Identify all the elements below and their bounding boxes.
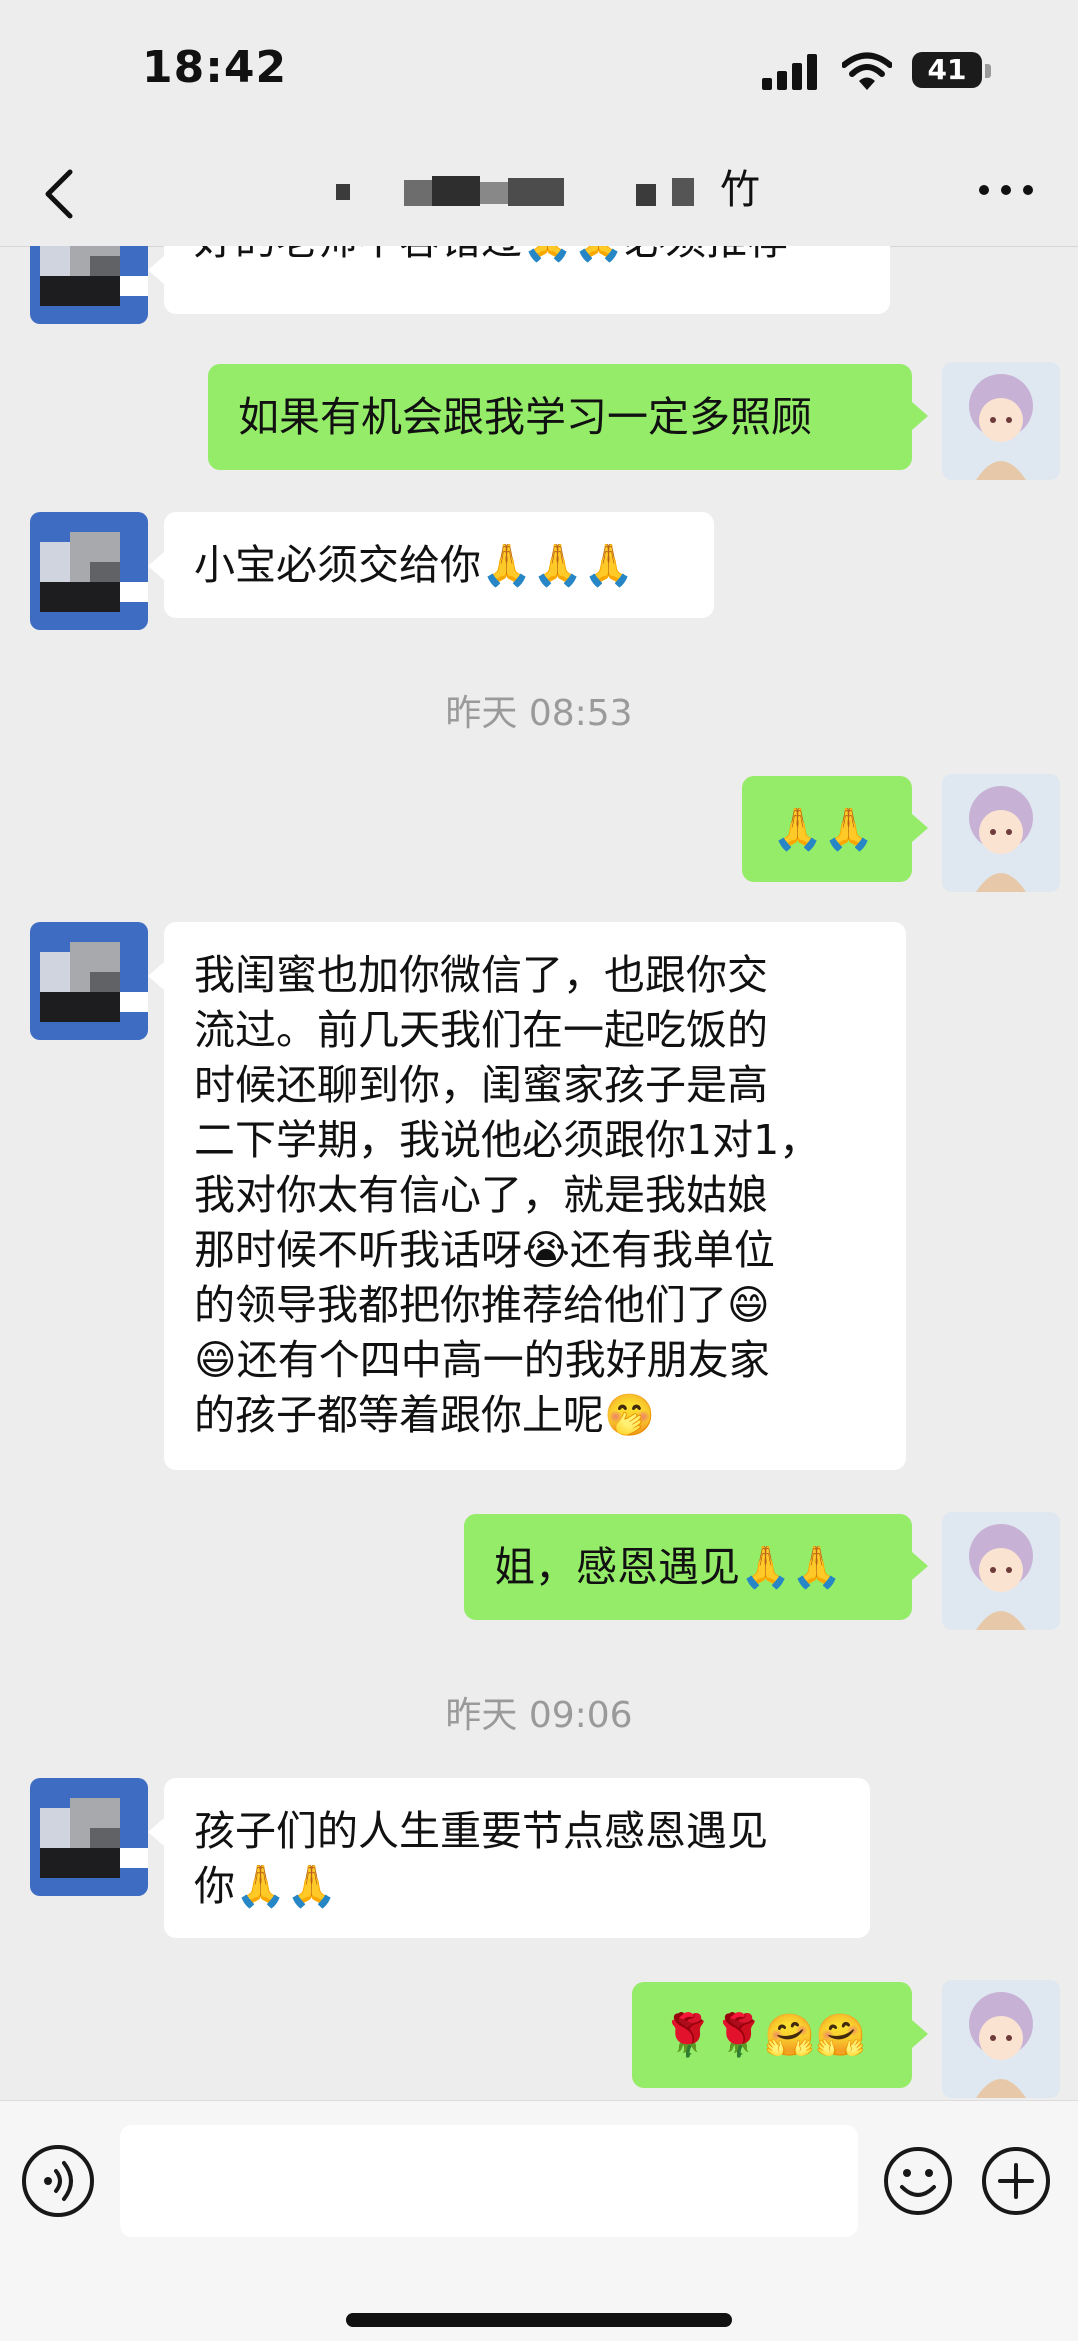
message-bubble-outgoing[interactable]: 🙏🙏 [742,776,912,882]
bubble-tail [148,1818,164,1846]
message-bubble-outgoing[interactable]: 如果有机会跟我学习一定多照顾 [208,364,912,470]
more-dots-icon[interactable] [978,180,1034,200]
contact-avatar[interactable] [30,922,148,1040]
timestamp-divider: 昨天 09:06 [445,1695,633,1736]
bubble-tail [912,402,928,430]
status-time: 18:42 [142,42,288,93]
message-emoji: 🙏🙏🙏 [481,541,635,589]
self-avatar[interactable] [942,1512,1060,1630]
bubble-tail [912,1552,928,1580]
chat-title: 竹 [320,160,760,220]
contact-avatar[interactable] [30,246,148,324]
message-emoji: 🙏🙏 [772,805,875,853]
self-avatar[interactable] [942,1980,1060,2098]
battery-nub [985,64,991,78]
wifi-icon [842,52,892,90]
message-line: 你🙏🙏 [194,1862,338,1910]
bubble-tail [148,552,164,580]
message-line: 时候还聊到你，闺蜜家孩子是高 [194,1061,768,1109]
bubble-tail [912,2020,928,2048]
message-line: 的孩子都等着跟你上呢🤭 [194,1391,656,1439]
message-line: 我对你太有信心了，就是我姑娘 [194,1171,768,1219]
status-bar: 18:42 41 [0,0,1078,140]
voice-icon [44,2161,73,2201]
chat-title-text: 竹 [720,167,760,213]
battery-icon: 41 [912,52,982,88]
input-bar [0,2100,1078,2341]
bubble-tail [148,962,164,990]
plus-icon[interactable] [980,2145,1052,2217]
message-line: 孩子们的人生重要节点感恩遇见 [194,1807,768,1855]
contact-avatar[interactable] [30,512,148,630]
message-bubble-incoming[interactable]: 小宝必须交给你🙏🙏🙏 [164,512,714,618]
self-avatar[interactable] [942,774,1060,892]
message-line: 我闺蜜也加你微信了，也跟你交 [194,951,768,999]
message-line: 那时候不听我话呀😭还有我单位 [194,1226,775,1274]
message-text: 好的老师不容错过 [194,246,522,264]
timestamp-divider: 昨天 08:53 [445,693,633,734]
home-indicator[interactable] [346,2313,732,2327]
message-bubble-incoming[interactable]: 孩子们的人生重要节点感恩遇见 你🙏🙏 [164,1778,870,1938]
message-text: 小宝必须交给你 [194,541,481,589]
message-emoji: 🙏🙏 [740,1543,843,1591]
message-text: 姐，感恩遇见 [494,1543,740,1591]
message-emoji: 🙏🙏必须推荐 [522,246,788,264]
voice-button[interactable] [22,2145,94,2217]
message-emoji: 🌹🌹🤗🤗 [662,2011,867,2059]
message-bubble-outgoing[interactable]: 姐，感恩遇见🙏🙏 [464,1514,912,1620]
message-input[interactable] [120,2125,858,2237]
self-avatar[interactable] [942,362,1060,480]
message-line: 😄还有个四中高一的我好朋友家 [194,1336,770,1384]
message-bubble-outgoing[interactable]: 🌹🌹🤗🤗 [632,1982,912,2088]
back-arrow-icon[interactable] [40,166,80,222]
signal-icon [762,54,817,90]
message-bubble-incoming[interactable]: 我闺蜜也加你微信了，也跟你交 流过。前几天我们在一起吃饭的 时候还聊到你，闺蜜家… [164,922,906,1470]
message-line: 流过。前几天我们在一起吃饭的 [194,1006,768,1054]
message-text: 如果有机会跟我学习一定多照顾 [238,393,812,441]
message-list[interactable]: 好的老师不容错过🙏🙏必须推荐 如果有机会跟我学习一定多照顾 小宝必须交给你🙏🙏🙏 [0,246,1078,2100]
message-line: 二下学期，我说他必须跟你1对1， [194,1116,821,1164]
emoji-face-icon[interactable] [882,2145,954,2217]
message-bubble-incoming[interactable]: 好的老师不容错过🙏🙏必须推荐 [164,246,890,314]
message-line: 的领导我都把你推荐给他们了😄 [194,1281,770,1329]
chat-header: 竹 [0,140,1078,247]
bubble-tail [912,814,928,842]
bubble-tail [148,256,164,284]
contact-avatar[interactable] [30,1778,148,1896]
